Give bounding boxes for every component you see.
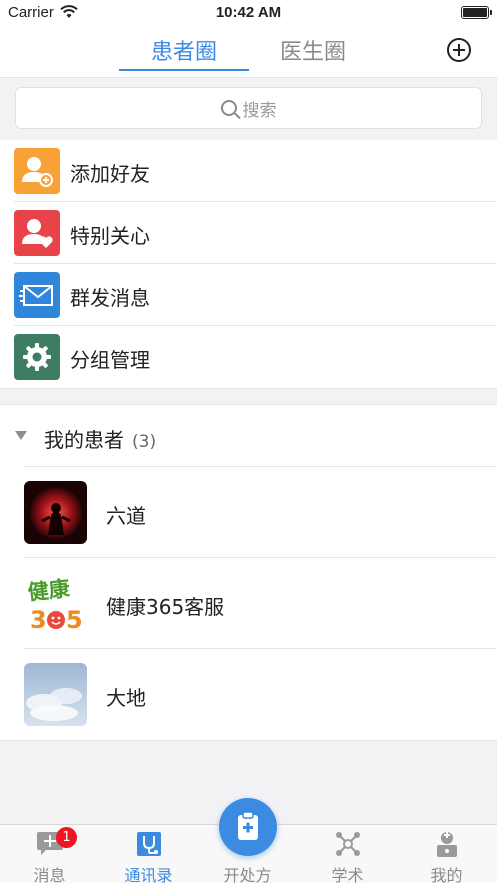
menu-label-add-friend: 添加好友 (70, 162, 150, 186)
special-care-icon (14, 210, 60, 256)
patient-group: 我的患者 (3) 六道 健康 3 5 健康365客服 大地 (0, 404, 497, 741)
active-tab-indicator (119, 69, 249, 71)
tab-academic[interactable]: 学术 (298, 825, 397, 883)
collapse-triangle-icon[interactable] (15, 431, 27, 440)
navigation-bar: 患者圈 医生圈 (0, 26, 497, 78)
tab-label-profile: 我的 (430, 866, 463, 883)
search-icon (220, 100, 237, 116)
patient-name: 健康365客服 (106, 595, 225, 619)
menu-item-add-friend[interactable]: 添加好友 (14, 140, 497, 202)
list-item[interactable]: 大地 (24, 649, 497, 740)
gear-icon (14, 334, 60, 380)
avatar: 健康 3 5 (24, 572, 87, 635)
function-menu: 添加好友 特别关心 群发消息 分组管理 (0, 140, 497, 389)
list-item[interactable]: 健康 3 5 健康365客服 (24, 558, 497, 649)
tab-doctor-circle[interactable]: 医生圈 (248, 34, 378, 66)
menu-label-special-care: 特别关心 (70, 224, 150, 248)
patient-name: 六道 (106, 504, 146, 528)
clock: 10:42 AM (215, 4, 282, 21)
status-bar: Carrier 10:42 AM (0, 0, 497, 26)
tab-contacts[interactable]: 通讯录 (99, 825, 198, 883)
svg-text:3: 3 (30, 606, 47, 634)
tab-label-contacts: 通讯录 (124, 866, 173, 883)
svg-text:健康: 健康 (27, 576, 72, 604)
prescription-button[interactable] (219, 798, 277, 856)
tab-label-prescribe: 开处方 (223, 866, 272, 883)
tab-label-messages: 消息 (33, 866, 66, 883)
battery-icon (461, 6, 492, 19)
tab-profile[interactable]: 我的 (397, 825, 496, 883)
menu-item-special-care[interactable]: 特别关心 (14, 202, 497, 264)
search-area: 搜索 (0, 78, 497, 140)
svg-text:5: 5 (66, 606, 83, 634)
tab-patient-circle[interactable]: 患者圈 (119, 34, 249, 66)
add-circle-icon[interactable] (447, 38, 471, 62)
group-title: 我的患者 (3) (44, 424, 156, 453)
menu-label-group-management: 分组管理 (70, 348, 150, 372)
avatar (24, 663, 87, 726)
group-header[interactable]: 我的患者 (3) (15, 405, 497, 467)
search-placeholder: 搜索 (242, 100, 277, 121)
group-count: (3) (132, 432, 157, 452)
contacts-icon (135, 831, 163, 857)
group-title-text: 我的患者 (44, 428, 124, 452)
tab-label-academic: 学术 (331, 866, 364, 883)
search-input[interactable]: 搜索 (15, 87, 482, 129)
add-friend-icon (14, 148, 60, 194)
menu-label-mass-message: 群发消息 (70, 286, 150, 310)
menu-item-mass-message[interactable]: 群发消息 (14, 264, 497, 326)
tab-messages[interactable]: 1 消息 (0, 825, 99, 883)
mass-message-icon (14, 272, 60, 318)
menu-item-group-management[interactable]: 分组管理 (14, 326, 497, 388)
prescription-icon (238, 811, 258, 840)
profile-icon (433, 831, 461, 857)
academic-icon (334, 831, 362, 857)
unread-badge: 1 (56, 827, 77, 848)
avatar (24, 481, 87, 544)
patient-name: 大地 (106, 686, 146, 710)
list-item[interactable]: 六道 (24, 467, 497, 558)
